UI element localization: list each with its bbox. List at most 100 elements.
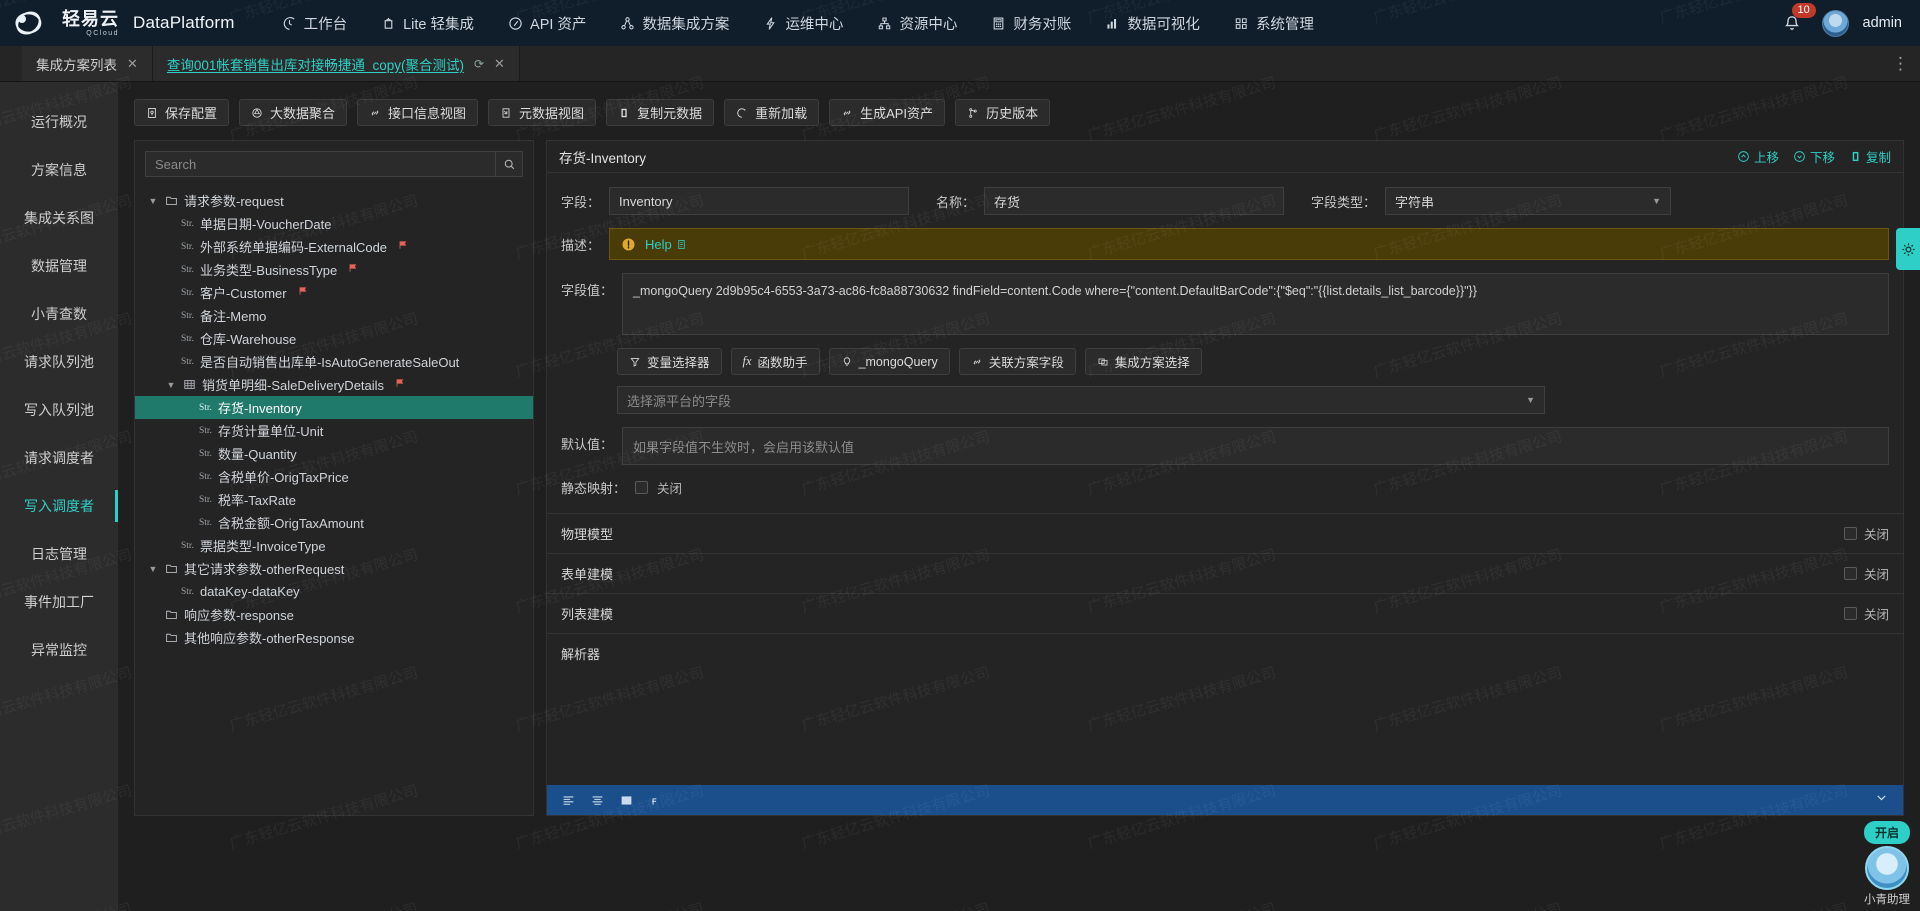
tree-node-origtaxamount[interactable]: Str. 含税金额-OrigTaxAmount <box>135 511 533 534</box>
section-physical-model[interactable]: 物理模型 关闭 <box>547 513 1903 553</box>
tree-node-isautogeneratesaleout[interactable]: Str. 是否自动销售出库单-IsAutoGenerateSaleOut <box>135 350 533 373</box>
sidebar-item-scheme-info[interactable]: 方案信息 <box>0 148 118 192</box>
list-icon[interactable] <box>619 794 634 807</box>
align-center-icon[interactable] <box>590 794 605 807</box>
tree-node-request[interactable]: ▼ 请求参数-request <box>135 189 533 212</box>
tab-overflow-menu-icon[interactable]: ⋮ <box>1892 54 1910 74</box>
tree-node-warehouse[interactable]: Str. 仓库-Warehouse <box>135 327 533 350</box>
assistant-open-button[interactable]: 开启 <box>1864 821 1910 844</box>
tree-node-quantity[interactable]: Str. 数量-Quantity <box>135 442 533 465</box>
sidebar-item-event-factory[interactable]: 事件加工厂 <box>0 580 118 624</box>
tree-node-label: 税率-TaxRate <box>218 490 296 509</box>
move-up-button[interactable]: 上移 <box>1737 147 1779 166</box>
tree-node-businesstype[interactable]: Str. 业务类型-BusinessType <box>135 258 533 281</box>
tree-node-label: 单据日期-VoucherDate <box>200 214 332 233</box>
section-parser[interactable]: 解析器 <box>547 633 1903 673</box>
tree-node-voucherdate[interactable]: Str. 单据日期-VoucherDate <box>135 212 533 235</box>
sidebar-item-request-queue[interactable]: 请求队列池 <box>0 340 118 384</box>
tree-node-inventory[interactable]: Str. 存货-Inventory <box>135 396 533 419</box>
nav-item-api-assets[interactable]: API 资产 <box>491 0 603 46</box>
tree-node-externalcode[interactable]: Str. 外部系统单据编码-ExternalCode <box>135 235 533 258</box>
nav-item-data-integration[interactable]: 数据集成方案 <box>603 0 746 46</box>
sidebar-item-write-scheduler[interactable]: 写入调度者 <box>0 484 118 528</box>
tree-node-origtaxprice[interactable]: Str. 含税单价-OrigTaxPrice <box>135 465 533 488</box>
move-down-button[interactable]: 下移 <box>1793 147 1835 166</box>
sidebar-item-log-management[interactable]: 日志管理 <box>0 532 118 576</box>
tree-node-saledeliverydetails[interactable]: ▼ 销货单明细-SaleDeliveryDetails <box>135 373 533 396</box>
chevron-down-icon[interactable]: ▼ <box>147 196 159 206</box>
generate-api-asset-button[interactable]: 生成API资产 <box>829 99 945 126</box>
copy-field-button[interactable]: 复制 <box>1849 147 1891 166</box>
tab-active-scheme[interactable]: 查询001帐套销售出库对接畅捷通_copy(聚合测试) ⟳ ✕ <box>153 46 520 81</box>
reload-button[interactable]: 重新加载 <box>724 99 819 126</box>
tree-node-otherrequest[interactable]: ▼ 其它请求参数-otherRequest <box>135 557 533 580</box>
integration-scheme-select-button[interactable]: 集成方案选择 <box>1085 348 1202 375</box>
tree-node-customer[interactable]: Str. 客户-Customer <box>135 281 533 304</box>
related-scheme-field-button[interactable]: 关联方案字段 <box>959 348 1076 375</box>
bigdata-aggregate-button[interactable]: 大数据聚合 <box>239 99 347 126</box>
page-title: 存货-Inventory <box>559 147 646 167</box>
static-mapping-toggle[interactable] <box>635 481 648 494</box>
settings-rail-button[interactable] <box>1896 228 1920 270</box>
section-list-model[interactable]: 列表建模 关闭 <box>547 593 1903 633</box>
username-label[interactable]: admin <box>1863 15 1903 31</box>
tree-node-taxrate[interactable]: Str. 税率-TaxRate <box>135 488 533 511</box>
form-model-toggle[interactable] <box>1844 567 1857 580</box>
chevron-down-icon[interactable]: ▼ <box>147 564 159 574</box>
nav-item-visualization[interactable]: 数据可视化 <box>1088 0 1217 46</box>
tree-node-otherresponse[interactable]: 其他响应参数-otherResponse <box>135 626 533 649</box>
align-left-icon[interactable] <box>561 794 576 807</box>
tree-node-datakey[interactable]: Str. dataKey-dataKey <box>135 580 533 603</box>
assistant-avatar[interactable] <box>1865 846 1909 890</box>
search-input[interactable] <box>145 151 495 177</box>
field-value-textarea[interactable]: _mongoQuery 2d9b95c4-6553-3a73-ac86-fc8a… <box>622 273 1889 335</box>
nav-item-system-admin[interactable]: 系统管理 <box>1217 0 1331 46</box>
sidebar-item-data-management[interactable]: 数据管理 <box>0 244 118 288</box>
notifications-button[interactable]: 10 <box>1782 8 1808 38</box>
chevron-down-icon[interactable] <box>1874 791 1889 804</box>
source-platform-field-select[interactable]: 选择源平台的字段 ▼ <box>617 386 1545 414</box>
sidebar-item-request-scheduler[interactable]: 请求调度者 <box>0 436 118 480</box>
nav-item-finance[interactable]: 财务对账 <box>974 0 1088 46</box>
list-model-toggle[interactable] <box>1844 607 1857 620</box>
tab-integration-list[interactable]: 集成方案列表 ✕ <box>22 46 153 81</box>
section-form-model[interactable]: 表单建模 关闭 <box>547 553 1903 593</box>
sidebar-item-relation-graph[interactable]: 集成关系图 <box>0 196 118 240</box>
fx-editor-icon[interactable] <box>648 794 663 807</box>
sidebar-item-exception-monitor[interactable]: 异常监控 <box>0 628 118 672</box>
refresh-icon[interactable]: ⟳ <box>474 57 484 71</box>
close-icon[interactable]: ✕ <box>127 56 138 72</box>
history-version-button[interactable]: 历史版本 <box>955 99 1050 126</box>
search-button[interactable] <box>495 151 523 177</box>
tree-node-invoicetype[interactable]: Str. 票据类型-InvoiceType <box>135 534 533 557</box>
avatar[interactable] <box>1822 10 1849 37</box>
mongoquery-button[interactable]: _mongoQuery <box>829 348 950 375</box>
tree-node-memo[interactable]: Str. 备注-Memo <box>135 304 533 327</box>
sidebar-item-xiaoqing-query[interactable]: 小青查数 <box>0 292 118 336</box>
save-config-button[interactable]: 保存配置 <box>134 99 229 126</box>
variable-selector-button[interactable]: 变量选择器 <box>617 348 722 375</box>
chevron-down-icon[interactable]: ▼ <box>165 380 177 390</box>
static-mapping-row: 静态映射： 关闭 <box>561 478 1889 497</box>
function-helper-button[interactable]: fx 函数助手 <box>731 348 820 375</box>
default-value-input[interactable]: 如果字段值不生效时，会启用该默认值 <box>622 427 1889 465</box>
field-input[interactable] <box>609 187 909 215</box>
copy-metadata-button[interactable]: 复制元数据 <box>606 99 714 126</box>
nav-item-resource-center[interactable]: 资源中心 <box>860 0 974 46</box>
tree-node-response[interactable]: 响应参数-response <box>135 603 533 626</box>
nav-item-lite[interactable]: Lite 轻集成 <box>364 0 491 46</box>
sidebar-item-overview[interactable]: 运行概况 <box>0 100 118 144</box>
name-input[interactable] <box>984 187 1284 215</box>
interface-info-view-button[interactable]: 接口信息视图 <box>357 99 478 126</box>
chevron-down-icon: ▼ <box>1652 196 1661 206</box>
sidebar-item-write-queue[interactable]: 写入队列池 <box>0 388 118 432</box>
nav-item-workbench[interactable]: 工作台 <box>265 0 365 46</box>
brand-logo-group[interactable]: 轻易云 QCloud DataPlatform <box>14 8 235 38</box>
field-type-select[interactable]: 字符串 ▼ <box>1385 187 1671 215</box>
physical-model-toggle[interactable] <box>1844 527 1857 540</box>
help-link[interactable]: Help <box>645 237 687 252</box>
nav-item-ops-center[interactable]: 运维中心 <box>746 0 860 46</box>
close-icon[interactable]: ✕ <box>494 56 505 72</box>
metadata-view-button[interactable]: 元数据视图 <box>488 99 596 126</box>
tree-node-unit[interactable]: Str. 存货计量单位-Unit <box>135 419 533 442</box>
